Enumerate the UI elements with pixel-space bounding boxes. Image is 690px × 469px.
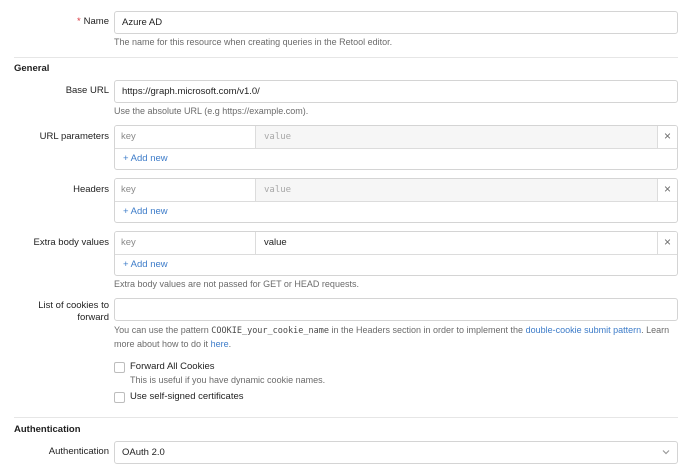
authentication-select-value: OAuth 2.0: [122, 447, 165, 458]
name-input[interactable]: Azure AD: [114, 11, 678, 34]
divider: [14, 57, 678, 58]
extra-body-help: Extra body values are not passed for GET…: [114, 279, 359, 289]
extra-body-label: Extra body values: [33, 237, 109, 248]
extra-body-value-input[interactable]: value: [256, 232, 677, 254]
headers-add-button[interactable]: + Add new: [123, 206, 168, 218]
forward-all-cookies-label[interactable]: Forward All Cookies: [130, 361, 214, 373]
cookies-help-text: in the Headers section in order to imple…: [328, 325, 526, 335]
cookies-help-text: .: [228, 339, 232, 349]
section-authentication-title: Authentication: [14, 424, 81, 435]
extra-body-key-input[interactable]: key: [115, 232, 256, 254]
forward-all-cookies-help: This is useful if you have dynamic cooki…: [130, 375, 326, 385]
name-help: The name for this resource when creating…: [114, 37, 393, 47]
cookies-help-text: You can use the pattern: [114, 325, 212, 335]
self-signed-checkbox[interactable]: [114, 392, 125, 403]
cookies-help-text: more about how to do it: [114, 339, 211, 349]
authentication-label: Authentication: [48, 446, 109, 457]
cookies-label-line1: List of cookies to: [38, 300, 109, 311]
chevron-down-icon: [662, 450, 670, 455]
url-parameter-key-input[interactable]: key: [115, 126, 256, 148]
close-icon[interactable]: ×: [657, 232, 677, 254]
required-mark: *: [76, 16, 81, 27]
extra-body-add-button[interactable]: + Add new: [123, 259, 168, 271]
name-label: * Name: [77, 16, 109, 28]
cookies-label-line2: forward: [77, 312, 109, 323]
double-cookie-link[interactable]: double-cookie submit pattern: [526, 325, 642, 335]
url-parameters-add-button[interactable]: + Add new: [123, 153, 168, 165]
header-key-input[interactable]: key: [115, 179, 256, 201]
header-row: key value ×: [115, 179, 677, 202]
url-parameter-value-input[interactable]: value: [256, 126, 677, 148]
headers-editor: key value × + Add new: [114, 178, 678, 223]
section-general-title: General: [14, 63, 50, 74]
cookie-pattern-code: COOKIE_your_cookie_name: [211, 326, 329, 336]
cookies-help: You can use the pattern COOKIE_your_cook…: [114, 324, 678, 351]
cookies-input[interactable]: [114, 298, 678, 321]
divider: [14, 417, 678, 418]
cookies-label: List of cookies to forward: [38, 300, 109, 324]
header-value-input[interactable]: value: [256, 179, 677, 201]
close-icon[interactable]: ×: [657, 126, 677, 148]
name-label-text: Name: [83, 16, 109, 27]
cookies-here-link[interactable]: here: [211, 339, 229, 349]
forward-all-cookies-checkbox[interactable]: [114, 362, 125, 373]
url-parameters-label: URL parameters: [39, 131, 109, 142]
close-icon[interactable]: ×: [657, 179, 677, 201]
base-url-label: Base URL: [65, 85, 109, 96]
authentication-select[interactable]: OAuth 2.0: [114, 441, 678, 464]
url-parameter-row: key value ×: [115, 126, 677, 149]
self-signed-label[interactable]: Use self-signed certificates: [130, 391, 244, 403]
base-url-help: Use the absolute URL (e.g https://exampl…: [114, 106, 309, 116]
extra-body-editor: key value × + Add new: [114, 231, 678, 276]
base-url-input[interactable]: https://graph.microsoft.com/v1.0/: [114, 80, 678, 103]
cookies-help-text: . Learn: [641, 325, 670, 335]
extra-body-row: key value ×: [115, 232, 677, 255]
url-parameters-editor: key value × + Add new: [114, 125, 678, 170]
headers-label: Headers: [73, 184, 109, 195]
